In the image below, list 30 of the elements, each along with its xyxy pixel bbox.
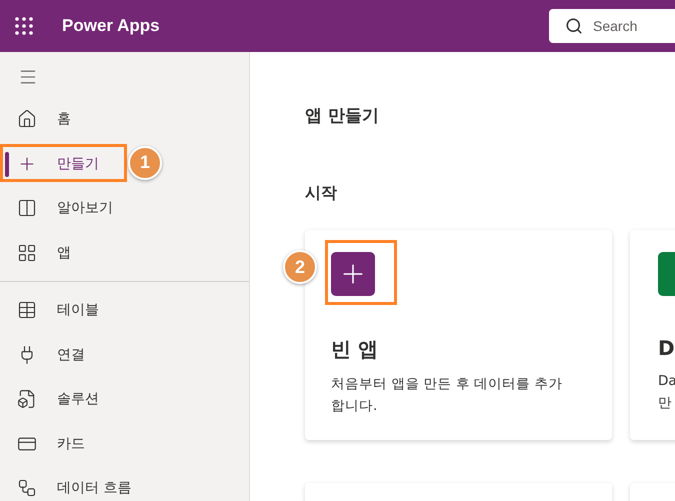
card-title: D — [658, 336, 675, 360]
card-title: 빈 앱 — [331, 336, 379, 363]
nav-item[interactable]: 데이터 흐름 — [0, 466, 249, 501]
nav-item[interactable]: 알아보기 — [0, 186, 249, 230]
plus-tile-icon — [331, 252, 375, 296]
table-icon — [17, 300, 37, 320]
page-title: 앱 만들기 — [305, 105, 380, 127]
section-title: 시작 — [305, 183, 338, 204]
app-title: Power Apps — [62, 16, 160, 36]
step-badge: 1 — [128, 146, 162, 180]
nav-item[interactable]: 테이블 — [0, 288, 249, 332]
home-icon — [17, 109, 37, 130]
flow-icon — [17, 478, 37, 498]
nav-item[interactable]: 카드 — [0, 422, 249, 466]
nav-item[interactable]: 솔루션 — [0, 377, 249, 422]
highlight-frame — [325, 240, 397, 305]
search-icon — [565, 17, 583, 35]
nav-item[interactable]: 앱 — [0, 230, 249, 275]
nav-item[interactable]: 만들기 1 — [0, 142, 249, 186]
file-icon — [17, 389, 37, 410]
search-field[interactable]: Search — [549, 9, 675, 43]
selection-bar — [5, 152, 9, 176]
card-description: 처음부터 앱을 만든 후 데이터를 추가합니다. — [331, 375, 564, 416]
book-icon — [17, 198, 37, 218]
app-launcher-icon[interactable] — [14, 16, 34, 36]
nav-item[interactable]: 연결 — [0, 332, 249, 377]
apps-icon — [17, 242, 37, 263]
app-card[interactable]: 빈 앱 처음부터 앱을 만든 후 데이터를 추가합니다. — [305, 230, 612, 440]
nav-item[interactable]: 홈 — [0, 97, 249, 142]
step-badge: 2 — [283, 250, 317, 284]
